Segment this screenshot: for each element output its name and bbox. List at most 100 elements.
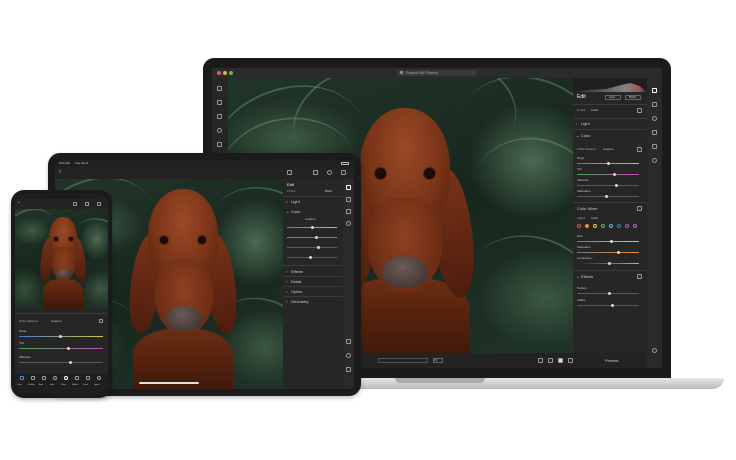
more-icon[interactable]	[97, 202, 101, 206]
close-window-button[interactable]	[217, 71, 221, 75]
zoom-fit-button[interactable]: Fit	[433, 358, 443, 363]
tool-detail[interactable]: Detail	[83, 376, 94, 390]
back-icon[interactable]: ‹	[18, 201, 20, 206]
section-color-mixer[interactable]: Color Mixer	[577, 206, 597, 211]
swatch-purple[interactable]	[625, 224, 629, 228]
chevron-right-icon[interactable]: ›	[286, 269, 287, 274]
tool-profiles[interactable]: Profiles	[28, 376, 39, 390]
bw-button[interactable]: B&W	[325, 189, 332, 194]
saturation-slider[interactable]	[287, 256, 337, 259]
undo-icon[interactable]	[73, 202, 77, 206]
help-icon[interactable]	[327, 170, 332, 175]
section-detail[interactable]: Detail	[291, 279, 301, 284]
tint-slider[interactable]	[287, 236, 337, 239]
tint-slider[interactable]	[19, 347, 103, 350]
tool-crop[interactable]: Crop	[17, 376, 28, 390]
section-optics[interactable]: Optics	[291, 289, 302, 294]
bw-button[interactable]: B&W	[625, 95, 641, 100]
my-photos-icon[interactable]	[217, 100, 222, 105]
more-icon[interactable]	[341, 170, 346, 175]
swatch-blue[interactable]	[617, 224, 621, 228]
share-icon[interactable]	[85, 202, 89, 206]
brush-icon[interactable]	[346, 209, 351, 214]
presets-button[interactable]: Presets	[605, 358, 619, 363]
back-icon[interactable]: ‹	[59, 169, 61, 175]
swatch-green[interactable]	[601, 224, 605, 228]
chevron-right-icon[interactable]: ›	[286, 289, 287, 294]
library-icon[interactable]	[217, 86, 222, 91]
brush-icon[interactable]	[652, 130, 657, 135]
eyedropper-icon[interactable]	[637, 147, 642, 152]
temp-slider[interactable]	[19, 335, 103, 338]
profile-browser-icon[interactable]	[637, 108, 642, 113]
share-icon[interactable]	[313, 170, 318, 175]
chevron-right-icon[interactable]: ›	[576, 121, 577, 126]
adjust-select[interactable]: Color	[591, 216, 598, 221]
detail-view-icon[interactable]	[558, 358, 563, 363]
chevron-down-icon[interactable]: ⌄	[576, 274, 579, 279]
compare-view-icon[interactable]	[568, 358, 573, 363]
undo-icon[interactable]	[287, 170, 292, 175]
tool-auto[interactable]: Auto	[39, 376, 50, 390]
section-effects[interactable]: Effects	[291, 269, 303, 274]
people-icon[interactable]	[217, 128, 222, 133]
section-light[interactable]: Light	[291, 199, 300, 204]
eyedropper-icon[interactable]	[99, 319, 103, 323]
chevron-right-icon[interactable]: ›	[286, 279, 287, 284]
compare-icon[interactable]	[346, 367, 351, 372]
rating-stars[interactable]	[378, 358, 428, 363]
temp-slider[interactable]	[287, 226, 337, 229]
saturation-slider[interactable]	[577, 195, 639, 198]
chevron-right-icon[interactable]: ›	[286, 199, 287, 204]
tool-color[interactable]: Color	[61, 376, 72, 390]
vibrance-slider[interactable]	[287, 246, 337, 249]
search-bar[interactable]: Search All Photos	[397, 70, 477, 76]
presets-icon[interactable]	[346, 339, 351, 344]
radial-gradient-icon[interactable]	[652, 158, 657, 163]
albums-icon[interactable]	[217, 114, 222, 119]
minimize-window-button[interactable]	[223, 71, 227, 75]
effects-toggle[interactable]	[637, 274, 642, 279]
auto-button[interactable]: Auto	[605, 95, 621, 100]
color-mixer-toggle[interactable]	[637, 206, 642, 211]
shared-icon[interactable]	[217, 142, 222, 147]
tool-optics[interactable]: Optics	[94, 376, 105, 390]
section-effects[interactable]: Effects	[581, 274, 593, 279]
white-balance-select[interactable]: Custom	[305, 217, 315, 222]
tint-slider[interactable]	[577, 173, 639, 176]
crop-icon[interactable]	[652, 102, 657, 107]
maximize-window-button[interactable]	[229, 71, 233, 75]
mixer-saturation-slider[interactable]	[577, 251, 639, 254]
hue-slider[interactable]	[577, 240, 639, 243]
linear-gradient-icon[interactable]	[652, 144, 657, 149]
section-color[interactable]: Color	[291, 209, 301, 214]
section-geometry[interactable]: Geometry	[291, 299, 309, 304]
swatch-aqua[interactable]	[609, 224, 613, 228]
profile-select[interactable]: Color	[591, 108, 598, 113]
edit-icon[interactable]	[652, 88, 657, 93]
vibrance-slider[interactable]	[577, 184, 639, 187]
more-icon[interactable]	[652, 348, 657, 353]
info-icon[interactable]	[346, 353, 351, 358]
crop-icon[interactable]	[346, 197, 351, 202]
luminance-slider[interactable]	[577, 262, 639, 265]
square-grid-icon[interactable]	[548, 358, 553, 363]
swatch-red[interactable]	[577, 224, 581, 228]
chevron-down-icon[interactable]: ⌄	[286, 209, 289, 214]
section-color[interactable]: Color	[581, 133, 591, 138]
section-light[interactable]: Light	[581, 121, 590, 126]
tool-light[interactable]: Light	[50, 376, 61, 390]
edit-icon[interactable]	[346, 185, 351, 190]
tool-effects[interactable]: Effects	[72, 376, 83, 390]
healing-icon[interactable]	[346, 221, 351, 226]
vibrance-slider[interactable]	[19, 361, 103, 364]
swatch-yellow[interactable]	[593, 224, 597, 228]
swatch-orange[interactable]	[585, 224, 589, 228]
healing-icon[interactable]	[652, 116, 657, 121]
grid-view-icon[interactable]	[538, 358, 543, 363]
phone-photo[interactable]	[15, 209, 108, 309]
texture-slider[interactable]	[577, 292, 639, 295]
chevron-down-icon[interactable]: ⌄	[576, 133, 579, 138]
white-balance-select[interactable]: Custom	[51, 319, 61, 324]
clarity-slider[interactable]	[577, 304, 639, 307]
